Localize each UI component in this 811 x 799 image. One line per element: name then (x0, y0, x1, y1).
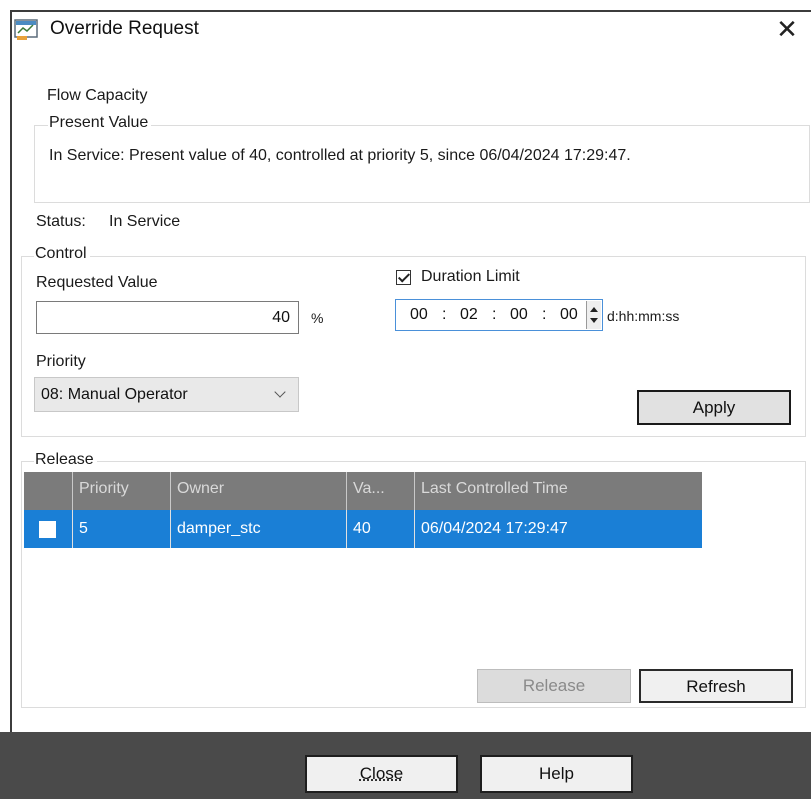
status-value: In Service (109, 213, 181, 230)
table-row[interactable]: 5 damper_stc 40 06/04/2024 17:29:47 (24, 510, 702, 548)
duration-minutes[interactable]: 00 (510, 306, 528, 324)
duration-spinner[interactable] (586, 301, 601, 329)
chevron-down-icon (274, 386, 286, 398)
close-button-label: Close (359, 764, 404, 783)
apply-button-label: Apply (692, 398, 736, 417)
control-legend: Control (34, 245, 90, 263)
priority-label: Priority (36, 353, 86, 370)
duration-sep-3: : (542, 306, 547, 323)
duration-sep-2: : (492, 306, 497, 323)
row-last-controlled-time: 06/04/2024 17:29:47 (414, 510, 702, 548)
object-name: Flow Capacity (47, 87, 148, 104)
help-button[interactable]: Help (480, 755, 633, 793)
row-value: 40 (346, 510, 414, 548)
header-owner[interactable]: Owner (170, 472, 346, 510)
row-owner: damper_stc (170, 510, 346, 548)
duration-hours[interactable]: 02 (460, 306, 478, 324)
header-last-controlled-time[interactable]: Last Controlled Time (414, 472, 702, 510)
close-icon[interactable]: ✕ (772, 14, 802, 44)
duration-days[interactable]: 00 (410, 306, 428, 324)
unit-label: % (311, 310, 324, 326)
requested-value-label: Requested Value (36, 274, 158, 291)
refresh-button[interactable]: Refresh (639, 669, 793, 703)
header-select-col (24, 472, 72, 510)
dialog-footer: Close Help (0, 732, 811, 799)
priority-select[interactable]: 08: Manual Operator (34, 377, 299, 412)
duration-sep-1: : (442, 306, 447, 323)
header-value[interactable]: Va... (346, 472, 414, 510)
help-button-label: Help (539, 764, 574, 783)
app-window-icon (14, 19, 38, 41)
row-priority: 5 (72, 510, 170, 548)
duration-format-hint: d:hh:mm:ss (607, 308, 680, 324)
spin-up-icon[interactable] (590, 307, 598, 312)
header-priority[interactable]: Priority (72, 472, 170, 510)
duration-time-picker[interactable]: 00 : 02 : 00 : 00 (395, 299, 603, 331)
close-button[interactable]: Close (305, 755, 458, 793)
release-legend: Release (34, 451, 97, 469)
checkmark-icon (397, 270, 411, 283)
release-button-label: Release (522, 676, 586, 695)
present-value-text: In Service: Present value of 40, control… (49, 147, 631, 164)
spin-down-icon[interactable] (590, 318, 598, 323)
duration-seconds[interactable]: 00 (560, 306, 578, 324)
present-value-legend: Present Value (48, 114, 152, 132)
requested-value-input[interactable]: 40 (36, 301, 299, 334)
status-label: Status: (36, 213, 86, 230)
requested-value-text: 40 (272, 309, 290, 326)
priority-selected-value: 08: Manual Operator (41, 386, 188, 403)
row-checkbox[interactable] (39, 521, 56, 538)
window-title: Override Request (50, 18, 199, 39)
release-button[interactable]: Release (477, 669, 631, 703)
release-table: Priority Owner Va... Last Controlled Tim… (24, 472, 702, 548)
duration-limit-label: Duration Limit (421, 268, 520, 285)
row-select-cell (24, 510, 72, 548)
table-header: Priority Owner Va... Last Controlled Tim… (24, 472, 702, 510)
refresh-button-label: Refresh (686, 677, 746, 696)
apply-button[interactable]: Apply (637, 390, 791, 425)
duration-limit-checkbox[interactable] (396, 270, 411, 285)
